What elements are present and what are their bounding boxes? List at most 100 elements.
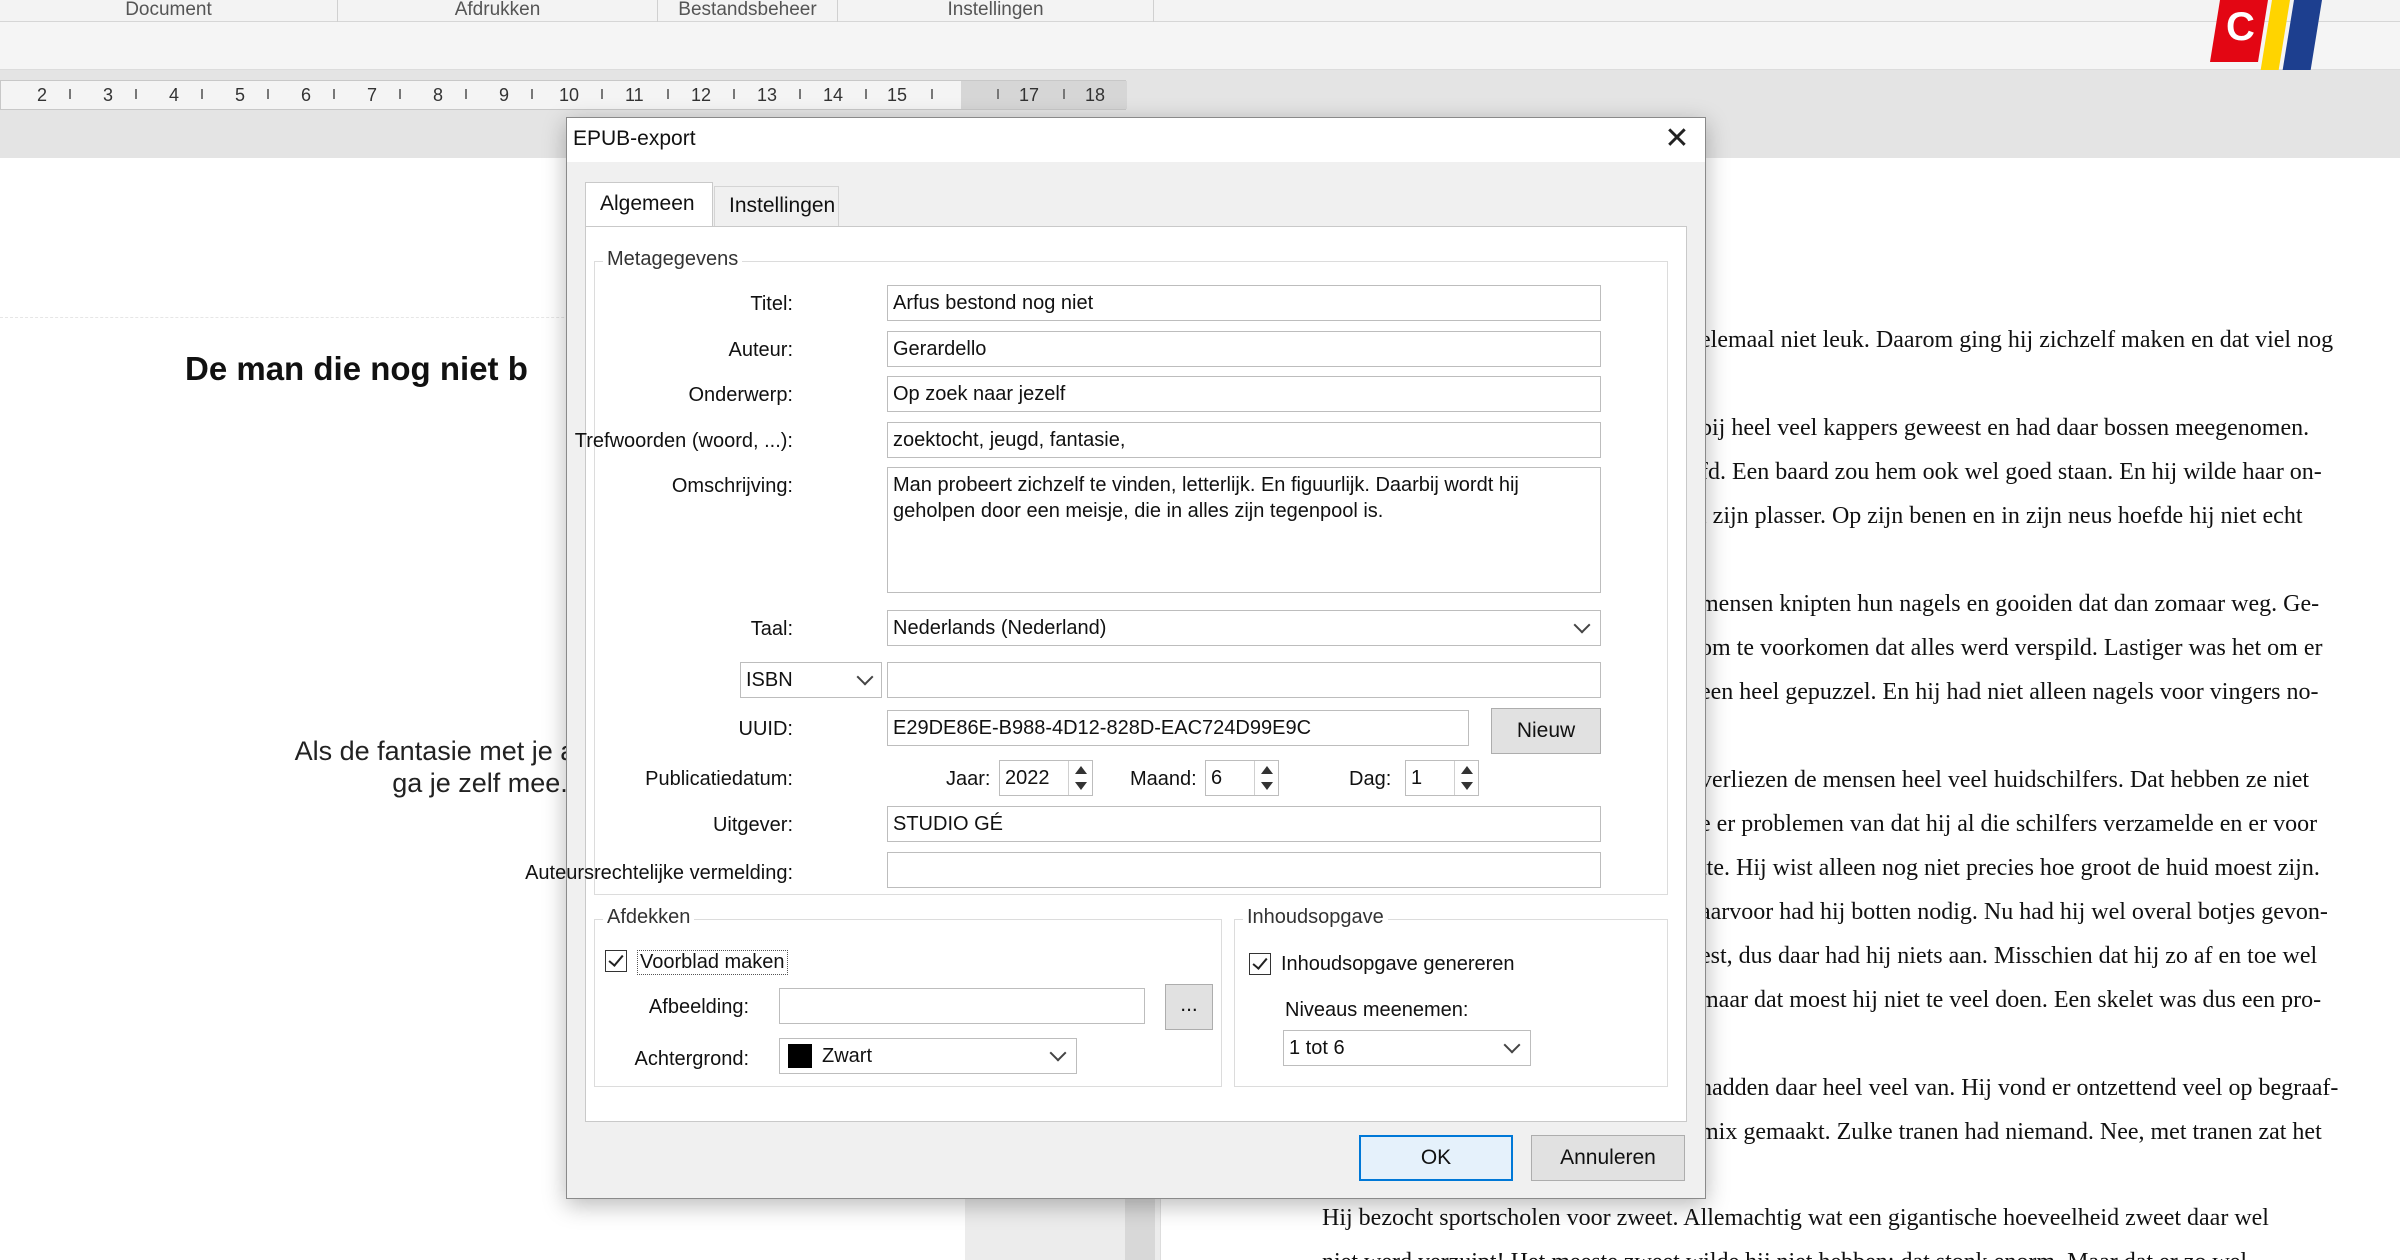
story-line: mix gemaakt. Zulke tranen had niemand. N… — [1700, 1119, 2322, 1145]
ruler-number: 18 — [1085, 85, 1106, 105]
ruler-tick — [865, 89, 867, 99]
ruler-number: 3 — [103, 85, 114, 105]
spin-down-icon[interactable] — [1461, 782, 1473, 790]
ruler-number: 6 — [301, 85, 312, 105]
ruler-tick — [997, 89, 999, 99]
ruler-number: 7 — [367, 85, 378, 105]
menu-document[interactable]: Document — [0, 0, 338, 22]
identifier-type-select[interactable]: ISBN — [740, 662, 882, 698]
menu-file-management[interactable]: Bestandsbeheer — [658, 0, 838, 22]
ruler-number: 4 — [169, 85, 180, 105]
ok-button[interactable]: OK — [1359, 1135, 1513, 1181]
month-label: Maand: — [1130, 768, 1197, 790]
spin-up-icon[interactable] — [1075, 766, 1087, 774]
horizontal-ruler[interactable]: 2 3 4 5 6 7 8 9 10 11 12 13 14 15 17 18 — [0, 80, 1127, 110]
toc-legend: Inhoudsopgave — [1243, 906, 1388, 929]
close-icon[interactable]: ✕ — [1661, 124, 1693, 156]
spin-up-icon[interactable] — [1461, 766, 1473, 774]
chevron-down-icon — [1573, 616, 1591, 634]
svg-text:C: C — [2226, 5, 2255, 49]
year-label: Jaar: — [946, 768, 991, 790]
story-line: een heel gepuzzel. En hij had niet allee… — [1700, 679, 2319, 705]
ruler-number: 12 — [691, 85, 712, 105]
ruler-tick — [799, 89, 801, 99]
story-text: elemaal niet leuk. Daarom ging hij zichz… — [1700, 318, 2400, 1154]
generate-toc-label[interactable]: Inhoudsopgave genereren — [1281, 953, 1515, 976]
ruler-number: 8 — [433, 85, 444, 105]
story-line — [1700, 714, 2400, 758]
image-path-field[interactable] — [779, 988, 1145, 1024]
metadata-legend: Metagegevens — [603, 248, 743, 271]
spin-down-icon[interactable] — [1261, 782, 1273, 790]
spin-up-icon[interactable] — [1261, 766, 1273, 774]
levels-label: Niveaus meenemen: — [1285, 999, 1469, 1021]
keywords-field[interactable]: zoektocht, jeugd, fantasie, — [887, 422, 1601, 458]
brand-logo: C — [2210, 0, 2322, 74]
make-cover-checkbox[interactable] — [605, 950, 627, 972]
dialog-title: EPUB-export — [573, 127, 696, 150]
story-line — [1700, 538, 2400, 582]
spin-down-icon[interactable] — [1075, 782, 1087, 790]
year-spin-buttons[interactable] — [1068, 761, 1092, 795]
day-spin-buttons[interactable] — [1454, 761, 1478, 795]
story-line: fd. Een baard zou hem ook wel goed staan… — [1700, 459, 2322, 485]
story-line: mensen knipten hun nagels en gooiden dat… — [1700, 591, 2320, 617]
language-label: Taal: — [750, 618, 793, 640]
subject-field[interactable]: Op zoek naar jezelf — [887, 376, 1601, 412]
tab-general[interactable]: Algemeen — [585, 182, 713, 226]
menubar: Document Afdrukken Bestandsbeheer Instel… — [0, 0, 2400, 22]
toc-group: Inhoudsopgave Inhoudsopgave genereren Ni… — [1234, 906, 1668, 1087]
cover-legend: Afdekken — [603, 906, 695, 929]
browse-image-button[interactable]: ... — [1165, 984, 1213, 1030]
story-line — [1700, 1022, 2400, 1066]
ruler-number: 14 — [823, 85, 844, 105]
page-gutter-bar — [1125, 1198, 1155, 1260]
ruler-number: 17 — [1019, 85, 1040, 105]
copyright-field[interactable] — [887, 852, 1601, 888]
ruler-number: 2 — [37, 85, 48, 105]
color-swatch — [788, 1044, 812, 1068]
background-color-value: Zwart — [822, 1045, 872, 1067]
tab-panel-general: Metagegevens Titel: Arfus bestond nog ni… — [525, 226, 1687, 1122]
language-select[interactable]: Nederlands (Nederland) — [887, 610, 1601, 646]
levels-select[interactable]: 1 tot 6 — [1283, 1030, 1531, 1066]
publisher-field[interactable]: STUDIO GÉ — [887, 806, 1601, 842]
ruler-tick — [135, 89, 137, 99]
ruler-tick — [667, 89, 669, 99]
story-text-bottom: Hij bezocht sportscholen voor zweet. All… — [1322, 1196, 2400, 1260]
day-spinner[interactable]: 1 — [1405, 760, 1479, 796]
ruler-tick — [931, 89, 933, 99]
tab-settings[interactable]: Instellingen — [714, 186, 839, 226]
title-label: Titel: — [750, 293, 793, 315]
menu-print[interactable]: Afdrukken — [338, 0, 658, 22]
story-line: tte. Hij wist alleen nog niet precies ho… — [1700, 855, 2320, 881]
identifier-field[interactable] — [887, 662, 1601, 698]
publication-date-label: Publicatiedatum: — [645, 768, 793, 790]
month-spin-buttons[interactable] — [1254, 761, 1278, 795]
ruler-tick — [601, 89, 603, 99]
ruler-number: 13 — [757, 85, 778, 105]
year-spinner[interactable]: 2022 — [999, 760, 1093, 796]
menu-settings[interactable]: Instellingen — [838, 0, 1154, 22]
new-uuid-button[interactable]: Nieuw — [1491, 708, 1601, 754]
story-line: bij heel veel kappers geweest en had daa… — [1700, 415, 2310, 441]
story-line: elemaal niet leuk. Daarom ging hij zichz… — [1700, 327, 2334, 353]
description-textarea[interactable]: Man probeert zichzelf te vinden, letterl… — [887, 467, 1601, 593]
ruler-number: 10 — [559, 85, 580, 105]
image-label: Afbeelding: — [648, 996, 749, 1018]
generate-toc-checkbox[interactable] — [1249, 953, 1271, 975]
description-label: Omschrijving: — [671, 475, 793, 497]
day-label: Dag: — [1349, 768, 1392, 790]
ruler-tick — [333, 89, 335, 99]
year-value: 2022 — [1005, 767, 1050, 789]
uuid-field[interactable]: E29DE86E-B988-4D12-828D-EAC724D99E9C — [887, 710, 1469, 746]
month-spinner[interactable]: 6 — [1205, 760, 1279, 796]
make-cover-label[interactable]: Voorblad maken — [637, 950, 788, 975]
background-color-select[interactable]: Zwart — [779, 1038, 1077, 1074]
author-field[interactable]: Gerardello — [887, 331, 1601, 367]
dialog-titlebar[interactable]: EPUB-export ✕ — [567, 118, 1705, 162]
cover-group: Afdekken Voorblad maken Afbeelding: ... … — [594, 906, 1222, 1087]
cancel-button[interactable]: Annuleren — [1531, 1135, 1685, 1181]
ruler-tick — [1063, 89, 1065, 99]
title-field[interactable]: Arfus bestond nog niet — [887, 285, 1601, 321]
